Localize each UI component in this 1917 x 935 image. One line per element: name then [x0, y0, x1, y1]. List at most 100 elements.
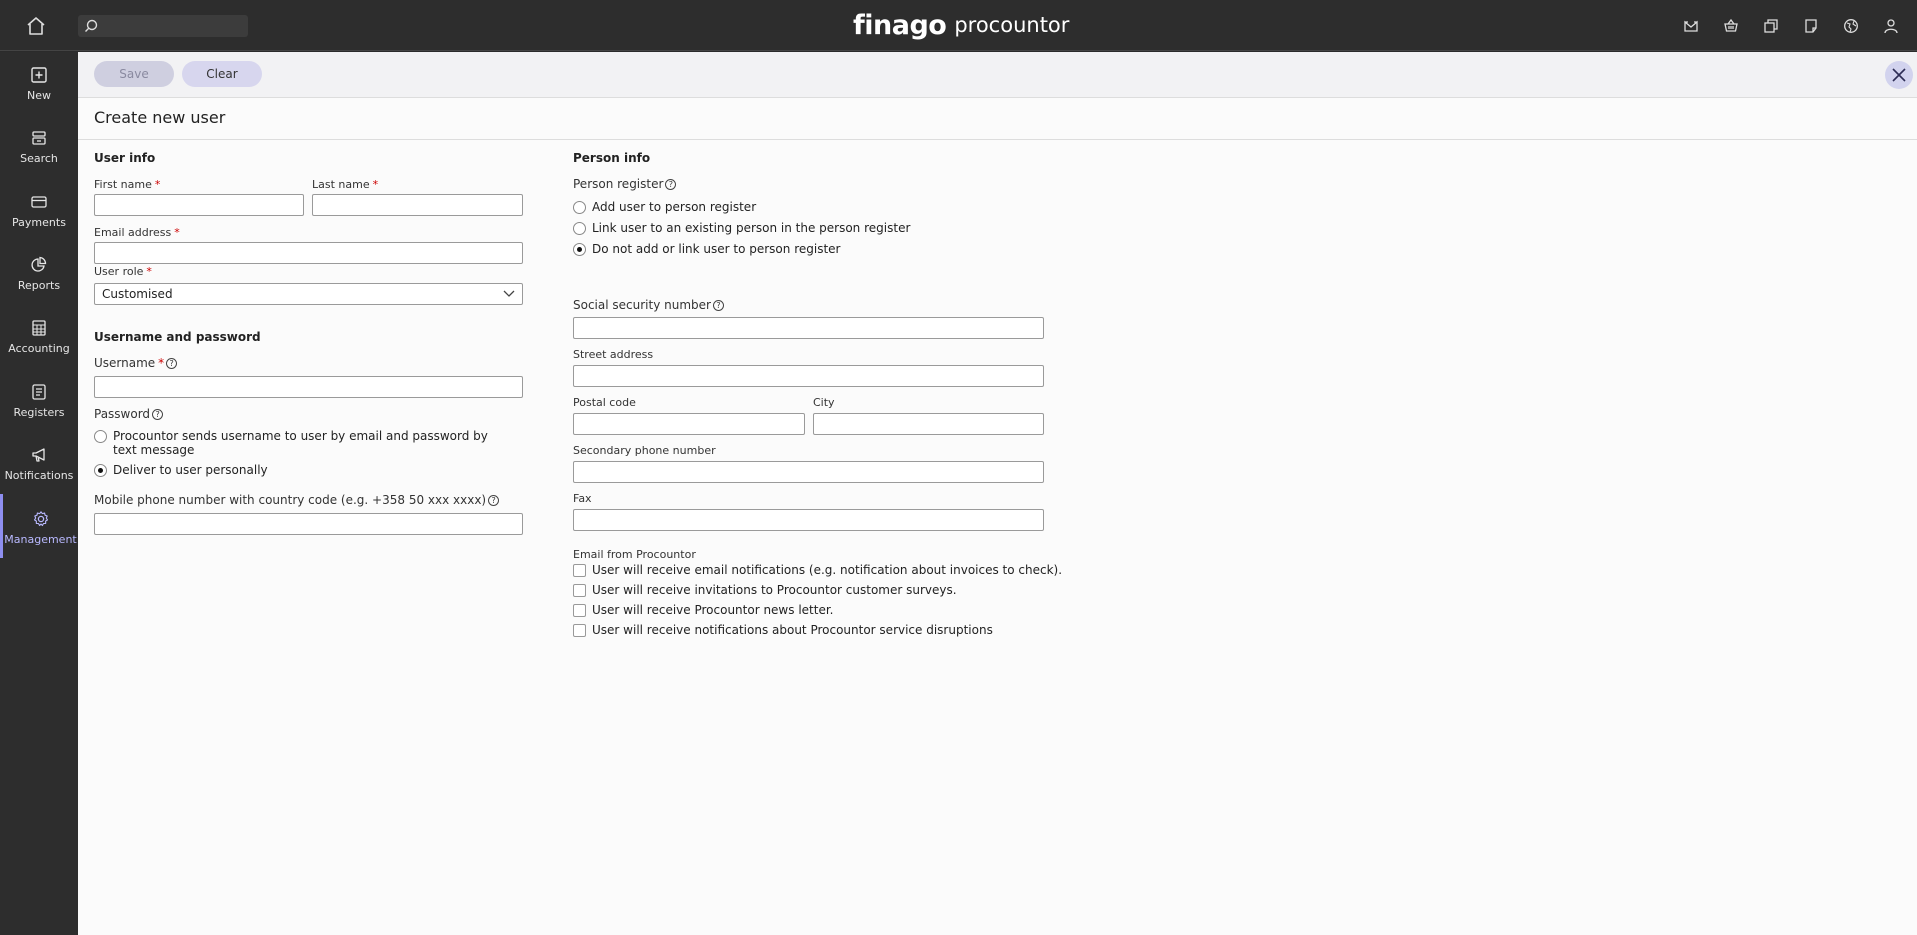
global-search[interactable]: [78, 15, 248, 37]
username-label: Username *?: [94, 356, 178, 370]
basket-icon[interactable]: [1711, 14, 1751, 38]
brand-sub: procountor: [954, 13, 1070, 37]
radio-button-selected[interactable]: [94, 464, 107, 477]
sidebar: New Search Payments Reports Accounting R…: [0, 52, 78, 935]
last-name-field[interactable]: [312, 194, 523, 216]
email-option-notifications[interactable]: User will receive email notifications (e…: [573, 563, 1062, 577]
register-option-label: Add user to person register: [592, 200, 757, 214]
sidebar-item-label: Reports: [17, 279, 61, 292]
toolbar: Save Clear: [78, 52, 1917, 98]
street-field[interactable]: [573, 365, 1044, 387]
password-option-label: Procountor sends username to user by ema…: [113, 429, 488, 457]
ssn-field[interactable]: [573, 317, 1044, 339]
plus-square-icon: [31, 67, 47, 83]
mobile-field[interactable]: [94, 513, 523, 535]
close-button[interactable]: [1885, 61, 1913, 89]
secondary-phone-label: Secondary phone number: [573, 444, 716, 457]
postal-label: Postal code: [573, 396, 636, 409]
sidebar-item-registers[interactable]: Registers: [0, 373, 78, 433]
help-icon[interactable]: ?: [665, 179, 677, 190]
sidebar-item-search[interactable]: Search: [0, 119, 78, 179]
email-option-label: User will receive Procountor news letter…: [592, 603, 834, 617]
checkbox[interactable]: [573, 603, 586, 617]
global-search-input[interactable]: [102, 15, 242, 37]
home-icon[interactable]: [24, 14, 48, 38]
email-option-newsletter[interactable]: User will receive Procountor news letter…: [573, 603, 833, 617]
checkbox[interactable]: [573, 623, 586, 637]
credentials-heading: Username and password: [94, 330, 261, 344]
mailbox-icon[interactable]: [1671, 14, 1711, 38]
sidebar-item-management[interactable]: Management: [0, 494, 78, 558]
sidebar-item-label: Payments: [12, 216, 66, 229]
person-info-heading: Person info: [573, 151, 651, 165]
user-role-label: User role *: [94, 265, 152, 278]
user-role-value: Customised: [102, 287, 173, 301]
pie-chart-icon: [31, 256, 47, 272]
brand-main: finago: [853, 9, 947, 41]
user-icon[interactable]: [1871, 14, 1911, 38]
fax-field[interactable]: [573, 509, 1044, 531]
megaphone-icon: [32, 448, 45, 462]
help-icon[interactable]: ?: [488, 495, 500, 506]
password-option-sms[interactable]: Procountor sends username to user by ema…: [94, 429, 514, 457]
help-icon[interactable]: ?: [152, 409, 164, 420]
main-panel: Save Clear Create new user User info Fir…: [78, 52, 1917, 935]
sidebar-item-label: Management: [4, 533, 77, 546]
sidebar-item-notifications[interactable]: Notifications: [0, 436, 78, 496]
email-option-surveys[interactable]: User will receive invitations to Procoun…: [573, 583, 957, 597]
postal-field[interactable]: [573, 413, 805, 435]
email-label: Email address *: [94, 226, 180, 239]
top-icons: [1671, 14, 1911, 38]
calculator-icon: [32, 320, 46, 336]
sidebar-item-label: Notifications: [4, 469, 74, 482]
password-option-personal[interactable]: Deliver to user personally: [94, 463, 268, 477]
list-icon: [32, 384, 46, 400]
stack-icon: [32, 131, 46, 145]
password-option-label: Deliver to user personally: [113, 463, 268, 477]
sidebar-item-label: New: [27, 89, 51, 102]
register-option-link[interactable]: Link user to an existing person in the p…: [573, 221, 910, 235]
checkbox[interactable]: [573, 583, 586, 597]
clear-button[interactable]: Clear: [182, 61, 262, 87]
brand-logo: finago procountor: [853, 6, 1069, 44]
email-option-disruptions[interactable]: User will receive notifications about Pr…: [573, 623, 993, 637]
help-icon[interactable]: ?: [166, 358, 178, 369]
sidebar-item-reports[interactable]: Reports: [0, 246, 78, 306]
sidebar-item-label: Registers: [13, 406, 65, 419]
first-name-label: First name *: [94, 178, 161, 191]
city-field[interactable]: [813, 413, 1044, 435]
gear-icon: [33, 511, 48, 527]
radio-button[interactable]: [94, 430, 107, 443]
radio-button[interactable]: [573, 222, 586, 235]
username-field[interactable]: [94, 376, 523, 398]
sidebar-item-accounting[interactable]: Accounting: [0, 309, 78, 369]
sidebar-item-payments[interactable]: Payments: [0, 183, 78, 243]
help-icon[interactable]: ?: [712, 300, 724, 311]
mobile-label: Mobile phone number with country code (e…: [94, 493, 500, 507]
email-option-label: User will receive notifications about Pr…: [592, 623, 993, 637]
page-title: Create new user: [94, 108, 226, 127]
chevron-down-icon: [503, 290, 515, 297]
secondary-phone-field[interactable]: [573, 461, 1044, 483]
user-info-heading: User info: [94, 151, 156, 165]
fax-label: Fax: [573, 492, 592, 505]
checkbox[interactable]: [573, 563, 586, 577]
sidebar-item-label: Search: [20, 152, 58, 165]
email-option-label: User will receive email notifications (e…: [592, 563, 1063, 577]
save-button[interactable]: Save: [94, 61, 174, 87]
register-option-add[interactable]: Add user to person register: [573, 200, 756, 214]
sidebar-item-label: Accounting: [8, 342, 70, 355]
person-register-label: Person register?: [573, 177, 677, 191]
radio-button-selected[interactable]: [573, 243, 586, 256]
first-name-field[interactable]: [94, 194, 304, 216]
sidebar-item-new[interactable]: New: [0, 56, 78, 116]
email-field[interactable]: [94, 242, 523, 264]
register-option-none[interactable]: Do not add or link user to person regist…: [573, 242, 840, 256]
radio-button[interactable]: [573, 201, 586, 214]
note-icon[interactable]: [1791, 14, 1831, 38]
ssn-label: Social security number?: [573, 298, 724, 312]
close-icon: [1892, 68, 1906, 82]
globe-icon[interactable]: [1831, 14, 1871, 38]
user-role-select[interactable]: Customised: [94, 283, 523, 305]
windows-icon[interactable]: [1751, 14, 1791, 38]
